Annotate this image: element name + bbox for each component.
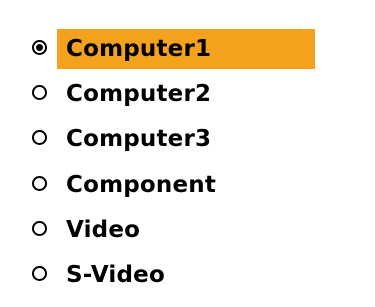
option-computer1[interactable]: Computer1 bbox=[28, 29, 348, 69]
option-label: S-Video bbox=[66, 262, 165, 288]
option-computer2[interactable]: Computer2 bbox=[28, 74, 348, 114]
option-s-video[interactable]: S-Video bbox=[28, 255, 348, 295]
radio-selected-icon[interactable] bbox=[32, 40, 47, 55]
input-source-menu: Computer1 Computer2 Computer3 Component … bbox=[0, 0, 375, 307]
option-video[interactable]: Video bbox=[28, 210, 348, 250]
radio-unselected-icon[interactable] bbox=[32, 266, 47, 281]
option-label: Computer1 bbox=[57, 29, 315, 69]
radio-unselected-icon[interactable] bbox=[32, 221, 47, 236]
option-label: Video bbox=[66, 217, 141, 243]
radio-dot-icon bbox=[36, 44, 43, 51]
option-label: Computer2 bbox=[66, 81, 212, 107]
option-label: Computer3 bbox=[66, 126, 212, 152]
option-component[interactable]: Component bbox=[28, 165, 348, 205]
radio-unselected-icon[interactable] bbox=[32, 85, 47, 100]
option-computer3[interactable]: Computer3 bbox=[28, 119, 348, 159]
radio-unselected-icon[interactable] bbox=[32, 130, 47, 145]
option-label: Component bbox=[66, 172, 217, 198]
radio-unselected-icon[interactable] bbox=[32, 176, 47, 191]
